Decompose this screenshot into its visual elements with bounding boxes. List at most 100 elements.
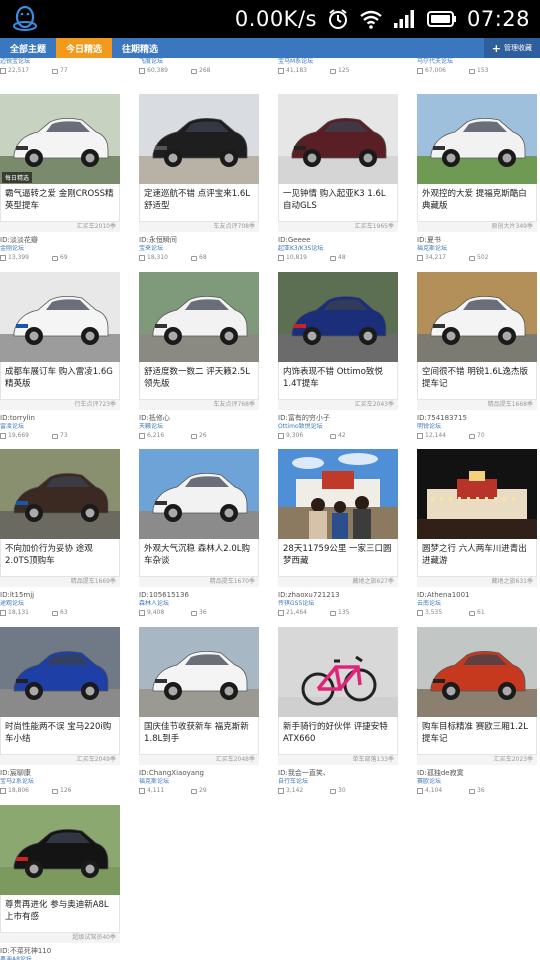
forum-link[interactable]: 宝来论坛 <box>139 245 259 253</box>
topic-card[interactable]: 圆梦之行 六人两车川进青出进藏游 藏地之旅631季 ID:Athena1001 云南论… <box>417 449 537 618</box>
forum-link[interactable]: 途观论坛 <box>0 600 120 608</box>
author-id[interactable]: ID:ChangXiaoyang <box>139 769 259 778</box>
forum-link[interactable]: 自行车论坛 <box>278 778 398 786</box>
author-id[interactable]: ID:torrylin <box>0 414 120 423</box>
tab-all-topics[interactable]: 全部主题 <box>0 38 56 58</box>
forum-link[interactable]: 奥迪A8论坛 <box>0 956 120 960</box>
forum-link[interactable]: 森林人论坛 <box>139 600 259 608</box>
topic-photo[interactable] <box>417 449 537 539</box>
topic-title[interactable]: 尊贵再进化 参与奥迪新A8L上市有感 <box>0 895 120 933</box>
forum-link[interactable]: 马尔代夫论坛 <box>417 58 537 66</box>
author-id[interactable]: ID:zhaoxu721213 <box>278 591 398 600</box>
forum-link[interactable]: 起亚K3/K3S论坛 <box>278 245 398 253</box>
author-id[interactable]: ID:105615136 <box>139 591 259 600</box>
topic-title[interactable]: 28天11759公里 一家三口圆梦西藏 <box>278 539 398 577</box>
forum-link[interactable]: 云南论坛 <box>417 600 537 608</box>
topic-card[interactable]: 外观控的大爱 提福克斯酷白典藏版 原创大片349季 ID:夏书 福克斯论坛 34,217… <box>417 94 537 263</box>
topic-title[interactable]: 购车目标精准 赛欧三厢1.2L提车记 <box>417 717 537 755</box>
topic-card[interactable]: 空间很不错 明锐1.6L逸杰版提车记 精品提车1668季 ID:754183715 明… <box>417 272 537 441</box>
topic-title[interactable]: 外观控的大爱 提福克斯酷白典藏版 <box>417 184 537 222</box>
topic-card[interactable]: 国庆佳节收获新车 福克斯新1.8L到手 汇买车2048季 ID:ChangXiaoy… <box>139 627 259 796</box>
topic-title[interactable]: 新手骑行的好伙伴 评捷安特ATX660 <box>278 717 398 755</box>
topic-photo[interactable] <box>139 449 259 539</box>
topic-card[interactable]: 成都车展订车 购入雷凌1.6G精英版 行车点评723季 ID:torrylin 雷凌论… <box>0 272 120 441</box>
topic-title[interactable]: 成都车展订车 购入雷凌1.6G精英版 <box>0 362 120 400</box>
topic-title[interactable]: 不向加价行为妥协 途观2.0TS顶购车 <box>0 539 120 577</box>
forum-link[interactable]: 赛欧论坛 <box>417 778 537 786</box>
top-card-meta[interactable]: 马尔代夫论坛 67,006 153 <box>417 58 537 76</box>
topic-title[interactable]: 一见钟情 购入起亚K3 1.6L自动GLS <box>278 184 398 222</box>
author-id[interactable]: ID:lt15mjj <box>0 591 120 600</box>
forum-link[interactable]: 明锐论坛 <box>417 423 537 431</box>
forum-link[interactable]: 金刚论坛 <box>0 245 120 253</box>
author-id[interactable]: ID:淡淡花瓣 <box>0 236 120 245</box>
top-card-meta[interactable]: 宝马M系论坛 41,183 125 <box>278 58 398 76</box>
topic-title[interactable]: 空间很不错 明锐1.6L逸杰版提车记 <box>417 362 537 400</box>
forum-link[interactable]: 福克斯论坛 <box>417 245 537 253</box>
forum-link[interactable]: 宝马2系论坛 <box>0 778 120 786</box>
topic-photo[interactable] <box>417 627 537 717</box>
topic-card[interactable]: 内饰表现不错 Ottimo致悦1.4T提车 汇买车2043季 ID:富有的穷小子 Ot… <box>278 272 398 441</box>
topic-card[interactable]: 不向加价行为妥协 途观2.0TS顶购车 精品提车1669季 ID:lt15mjj 途观… <box>0 449 120 618</box>
topic-photo[interactable] <box>278 627 398 717</box>
topic-photo[interactable] <box>0 627 120 717</box>
topic-card[interactable]: 时尚性能两不误 宝马220i购车小结 汇买车2049季 ID:宸聊康 宝马2系论坛 18… <box>0 627 120 796</box>
topic-photo[interactable] <box>139 272 259 362</box>
forum-link[interactable]: 雷凌论坛 <box>0 423 120 431</box>
topic-title[interactable]: 定速巡航不错 点评宝来1.6L舒适型 <box>139 184 259 222</box>
manage-favorites-button[interactable]: + 管理收藏 <box>483 38 540 58</box>
author-id[interactable]: ID:夏书 <box>417 236 537 245</box>
topic-card[interactable]: 新手骑行的好伙伴 评捷安特ATX660 单车部落133季 ID:我会一直笑、 自行车论… <box>278 627 398 796</box>
author-id[interactable]: ID:宸聊康 <box>0 769 120 778</box>
topic-photo[interactable] <box>417 94 537 184</box>
topic-title[interactable]: 舒适度数一数二 评天籁2.5L领先版 <box>139 362 259 400</box>
author-id[interactable]: ID:我会一直笑、 <box>278 769 398 778</box>
stats: 3,142 30 <box>278 786 398 796</box>
topic-title[interactable]: 时尚性能两不误 宝马220i购车小结 <box>0 717 120 755</box>
forum-link[interactable]: 天籁论坛 <box>139 423 259 431</box>
author-id[interactable]: ID:富有的穷小子 <box>278 414 398 423</box>
top-card-meta[interactable]: 飞度论坛 60,389 268 <box>139 58 259 76</box>
topic-photo[interactable] <box>0 805 120 895</box>
topic-card[interactable]: 尊贵再进化 参与奥迪新A8L上市有感 超级试驾员40季 ID:不菜死神110 奥迪A8… <box>0 805 120 960</box>
topic-title[interactable]: 圆梦之行 六人两车川进青出进藏游 <box>417 539 537 577</box>
forum-link[interactable]: 福克斯论坛 <box>139 778 259 786</box>
comments-count: 135 <box>338 609 350 616</box>
author-id[interactable]: ID:孤独de寂寞 <box>417 769 537 778</box>
tab-today-picks[interactable]: 今日精选 <box>56 38 113 58</box>
forum-link[interactable]: 传祺GS5论坛 <box>278 600 398 608</box>
forum-link[interactable]: 宝马M系论坛 <box>278 58 398 66</box>
author-id[interactable]: ID:Athena1001 <box>417 591 537 600</box>
forum-link[interactable]: 飞度论坛 <box>139 58 259 66</box>
topic-photo[interactable] <box>278 449 398 539</box>
author-id[interactable]: ID:754183715 <box>417 414 537 423</box>
author-id[interactable]: ID:永恒瞬间 <box>139 236 259 245</box>
topic-card[interactable]: 一见钟情 购入起亚K3 1.6L自动GLS 汇买车1965季 ID:Geeee 起亚K… <box>278 94 398 263</box>
topic-photo[interactable] <box>0 272 120 362</box>
top-card-meta[interactable]: 迈锐宝论坛 22,517 77 <box>0 58 120 76</box>
forum-link[interactable]: Ottimo致悦论坛 <box>278 423 398 431</box>
topic-title[interactable]: 内饰表现不错 Ottimo致悦1.4T提车 <box>278 362 398 400</box>
topic-photo[interactable] <box>417 272 537 362</box>
topic-photo[interactable] <box>139 627 259 717</box>
author-id[interactable]: ID:抵修心 <box>139 414 259 423</box>
topic-card[interactable]: 28天11759公里 一家三口圆梦西藏 藏地之旅627季 ID:zhaoxu7212… <box>278 449 398 618</box>
topic-card[interactable]: 每日精选 霸气逼转之爱 金刚CROSS精英型提车 汇买车2010季 ID:淡淡花瓣 金刚… <box>0 94 120 263</box>
author-id[interactable]: ID:不菜死神110 <box>0 947 120 956</box>
tab-past-picks[interactable]: 往期精选 <box>112 38 168 58</box>
topic-photo[interactable] <box>278 94 398 184</box>
battery-icon <box>426 11 456 27</box>
topic-photo[interactable]: 每日精选 <box>0 94 120 184</box>
topic-photo[interactable] <box>139 94 259 184</box>
topic-card[interactable]: 舒适度数一数二 评天籁2.5L领先版 车友点评768季 ID:抵修心 天籁论坛 6,21… <box>139 272 259 441</box>
forum-link[interactable]: 迈锐宝论坛 <box>0 58 120 66</box>
topic-photo[interactable] <box>0 449 120 539</box>
topic-card[interactable]: 购车目标精准 赛欧三厢1.2L提车记 汇买车2023季 ID:孤独de寂寞 赛欧论坛 4… <box>417 627 537 796</box>
author-id[interactable]: ID:Geeee <box>278 236 398 245</box>
topic-title[interactable]: 霸气逼转之爱 金刚CROSS精英型提车 <box>0 184 120 222</box>
topic-card[interactable]: 定速巡航不错 点评宝来1.6L舒适型 车友点评708季 ID:永恒瞬间 宝来论坛 18,… <box>139 94 259 263</box>
topic-card[interactable]: 外观大气沉稳 森林人2.0L购车杂谈 精品提车1670季 ID:105615136 森… <box>139 449 259 618</box>
topic-photo[interactable] <box>278 272 398 362</box>
topic-title[interactable]: 国庆佳节收获新车 福克斯新1.8L到手 <box>139 717 259 755</box>
topic-title[interactable]: 外观大气沉稳 森林人2.0L购车杂谈 <box>139 539 259 577</box>
